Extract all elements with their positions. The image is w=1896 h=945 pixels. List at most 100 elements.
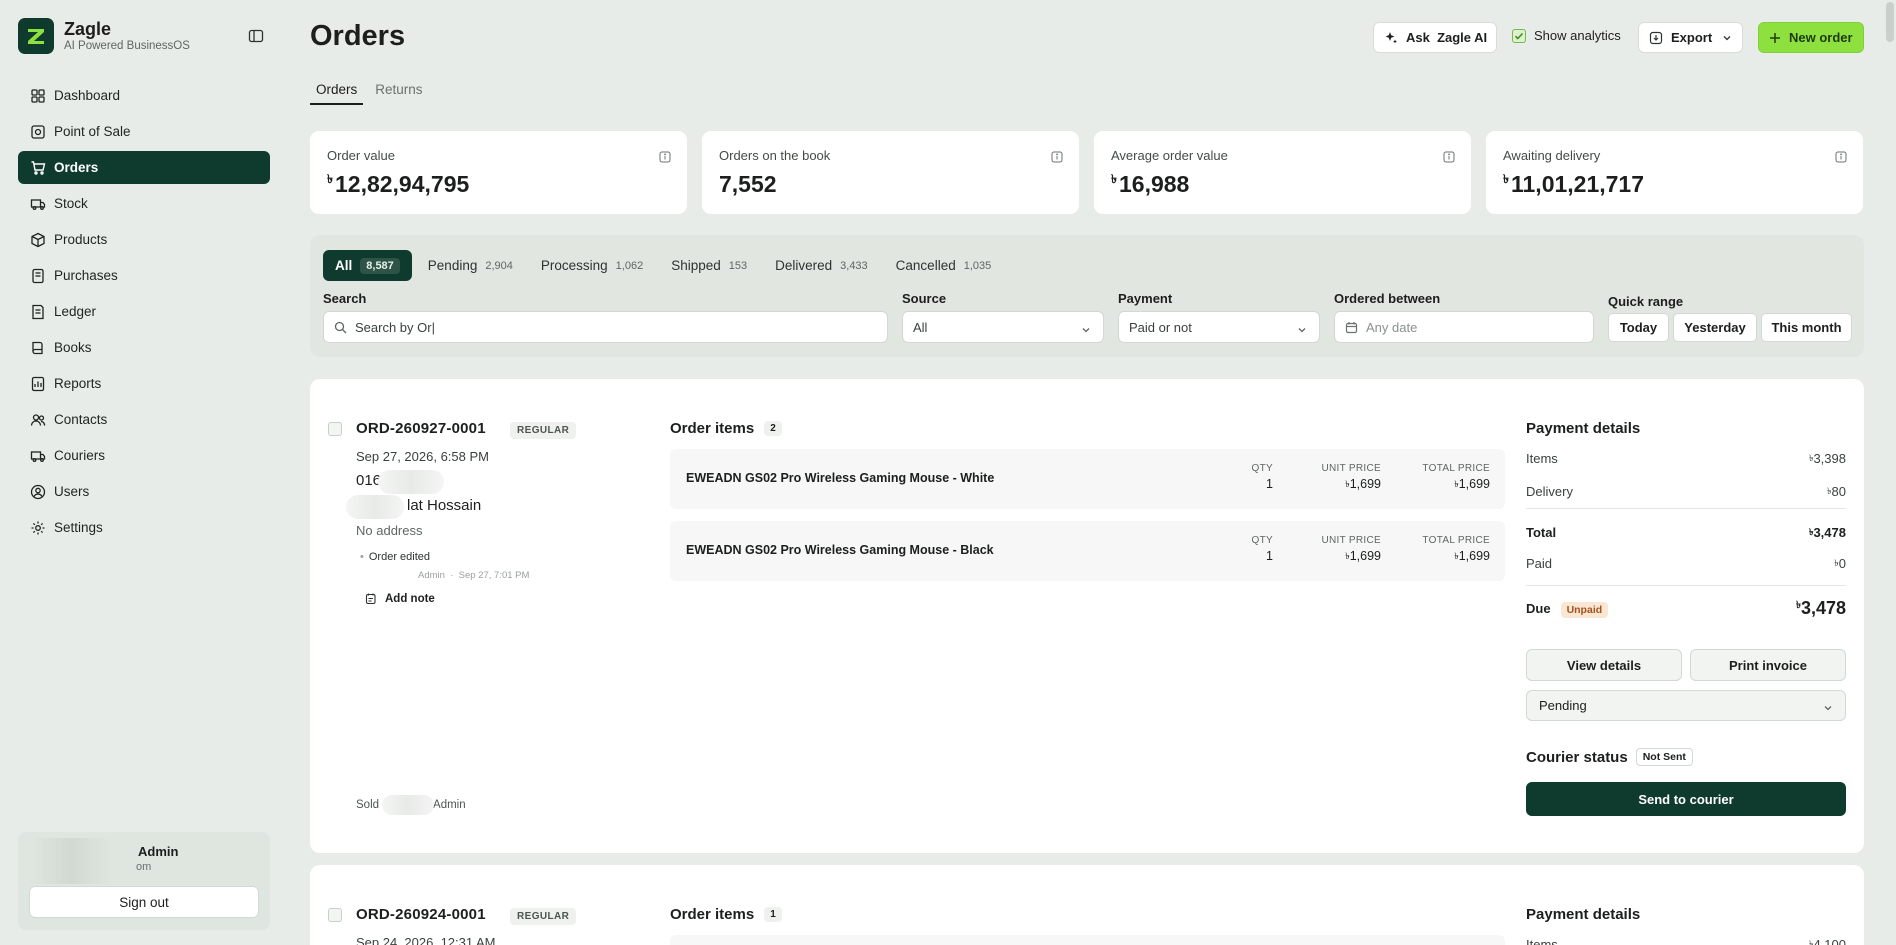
ask-ai-button[interactable]: Ask Zagle AI	[1373, 22, 1497, 53]
chevron-down-icon	[1297, 323, 1307, 338]
status-count: 8,587	[360, 257, 400, 274]
add-note-button[interactable]: Add note	[364, 592, 435, 605]
sidebar-item-dashboard[interactable]: Dashboard	[18, 79, 270, 112]
order-select-checkbox[interactable]	[328, 422, 342, 436]
metric-value: 7,552	[719, 171, 777, 197]
chevron-down-icon	[1081, 323, 1091, 338]
book-icon	[30, 340, 46, 356]
order-select-checkbox[interactable]	[328, 908, 342, 922]
export-button[interactable]: Export	[1638, 22, 1743, 53]
quick-range-today-button[interactable]: Today	[1608, 313, 1669, 342]
currency-symbol: ৳	[1111, 172, 1117, 186]
sidebar: Zagle AI Powered BusinessOS Dashboard Po…	[0, 0, 288, 945]
unpaid-badge: Unpaid	[1560, 602, 1609, 618]
payment-details-title: Payment details	[1526, 420, 1641, 437]
item-qty: QTY 1	[1251, 463, 1273, 491]
status-tab-processing[interactable]: Processing 1,062	[529, 250, 655, 281]
ledger-icon	[30, 304, 46, 320]
items-count-badge: 2	[764, 421, 782, 436]
date-range-input[interactable]: Any date	[1334, 311, 1594, 343]
sidebar-item-label: Purchases	[54, 268, 118, 283]
page-title: Orders	[310, 20, 406, 52]
sidebar-toggle-icon[interactable]	[248, 28, 266, 46]
sidebar-item-orders[interactable]: Orders	[18, 151, 270, 184]
metric-order-value: Order value ৳12,82,94,795	[310, 131, 687, 214]
status-tab-all[interactable]: All 8,587	[323, 250, 412, 281]
status-count: 3,433	[840, 259, 868, 272]
avatar	[30, 838, 112, 884]
source-select[interactable]: All	[902, 311, 1104, 343]
show-analytics-toggle[interactable]: Show analytics	[1512, 28, 1621, 43]
sidebar-item-label: Products	[54, 232, 108, 247]
brand[interactable]: Zagle AI Powered BusinessOS	[18, 18, 190, 54]
customer-name: lat Hossain	[407, 497, 482, 514]
contacts-icon	[30, 412, 46, 428]
item-qty: QTY 1	[1251, 535, 1273, 563]
pos-icon	[30, 124, 46, 140]
brand-name: Zagle	[64, 19, 112, 39]
sidebar-item-products[interactable]: Products	[18, 223, 270, 256]
sidebar-item-stock[interactable]: Stock	[18, 187, 270, 220]
order-status-select[interactable]: Pending	[1526, 690, 1846, 721]
info-icon[interactable]	[659, 150, 671, 163]
truck-icon	[30, 196, 46, 212]
brand-tagline: AI Powered BusinessOS	[64, 40, 190, 52]
page-tabs: Orders Returns	[310, 82, 435, 105]
sidebar-item-reports[interactable]: Reports	[18, 367, 270, 400]
gear-icon	[30, 520, 46, 536]
sidebar-item-purchases[interactable]: Purchases	[18, 259, 270, 292]
order-history-event: • Order edited	[360, 551, 431, 563]
sidebar-item-users[interactable]: Users	[18, 475, 270, 508]
print-invoice-button[interactable]: Print invoice	[1690, 649, 1846, 681]
sign-out-button[interactable]: Sign out	[29, 886, 259, 918]
info-icon[interactable]	[1835, 150, 1847, 163]
new-order-button[interactable]: New order	[1758, 22, 1864, 53]
redacted-phone-blur	[378, 470, 444, 494]
item-name[interactable]: EWEADN GS02 Pro Wireless Gaming Mouse - …	[686, 471, 994, 485]
metric-average-order-value: Average order value ৳16,988	[1094, 131, 1471, 214]
item-total-price: TOTAL PRICE ৳1,699	[1422, 535, 1490, 563]
item-name[interactable]: EWEADN GS02 Pro Wireless Gaming Mouse - …	[686, 543, 994, 557]
sidebar-item-label: Books	[54, 340, 92, 355]
status-tab-pending[interactable]: Pending 2,904	[416, 250, 525, 281]
page-scrollbar[interactable]	[1886, 2, 1894, 42]
order-items-title: Order items 2	[670, 420, 782, 437]
chevron-down-icon	[1823, 701, 1833, 716]
metric-orders-on-book: Orders on the book 7,552	[702, 131, 1079, 214]
search-value: Search by Or|	[355, 319, 435, 335]
sidebar-item-couriers[interactable]: Couriers	[18, 439, 270, 472]
status-tab-delivered[interactable]: Delivered 3,433	[763, 250, 880, 281]
order-id[interactable]: ORD-260924-0001	[356, 906, 486, 923]
order-type-badge: REGULAR	[510, 908, 577, 925]
sidebar-item-settings[interactable]: Settings	[18, 511, 270, 544]
payment-total-row: Total ৳3,478	[1526, 525, 1846, 540]
payment-select[interactable]: Paid or not	[1118, 311, 1320, 343]
quick-range-yesterday-button[interactable]: Yesterday	[1673, 313, 1757, 342]
payment-details-title: Payment details	[1526, 906, 1641, 923]
export-icon	[1649, 31, 1663, 45]
search-icon	[334, 321, 347, 334]
view-details-button[interactable]: View details	[1526, 649, 1682, 681]
zagle-logo-icon	[18, 18, 54, 54]
redacted-name-blur	[346, 495, 404, 519]
send-to-courier-button[interactable]: Send to courier	[1526, 782, 1846, 816]
user-name: Admin	[138, 844, 179, 859]
sidebar-item-ledger[interactable]: Ledger	[18, 295, 270, 328]
search-input[interactable]: Search by Or|	[323, 311, 888, 343]
sidebar-item-contacts[interactable]: Contacts	[18, 403, 270, 436]
sidebar-item-point-of-sale[interactable]: Point of Sale	[18, 115, 270, 148]
sidebar-item-books[interactable]: Books	[18, 331, 270, 364]
quick-range-label: Quick range	[1608, 294, 1684, 309]
filters-panel: All 8,587 Pending 2,904 Processing 1,062 Sh…	[310, 235, 1864, 357]
tab-returns[interactable]: Returns	[369, 82, 428, 105]
show-analytics-label: Show analytics	[1534, 28, 1621, 43]
sidebar-item-label: Contacts	[54, 412, 108, 427]
checkbox-checked-icon	[1512, 28, 1526, 43]
tab-orders[interactable]: Orders	[310, 82, 364, 105]
info-icon[interactable]	[1443, 150, 1455, 163]
quick-range-this-month-button[interactable]: This month	[1761, 313, 1852, 342]
status-tab-shipped[interactable]: Shipped 153	[659, 250, 759, 281]
info-icon[interactable]	[1051, 150, 1063, 163]
status-tab-cancelled[interactable]: Cancelled 1,035	[884, 250, 1004, 281]
order-id[interactable]: ORD-260927-0001	[356, 420, 486, 437]
